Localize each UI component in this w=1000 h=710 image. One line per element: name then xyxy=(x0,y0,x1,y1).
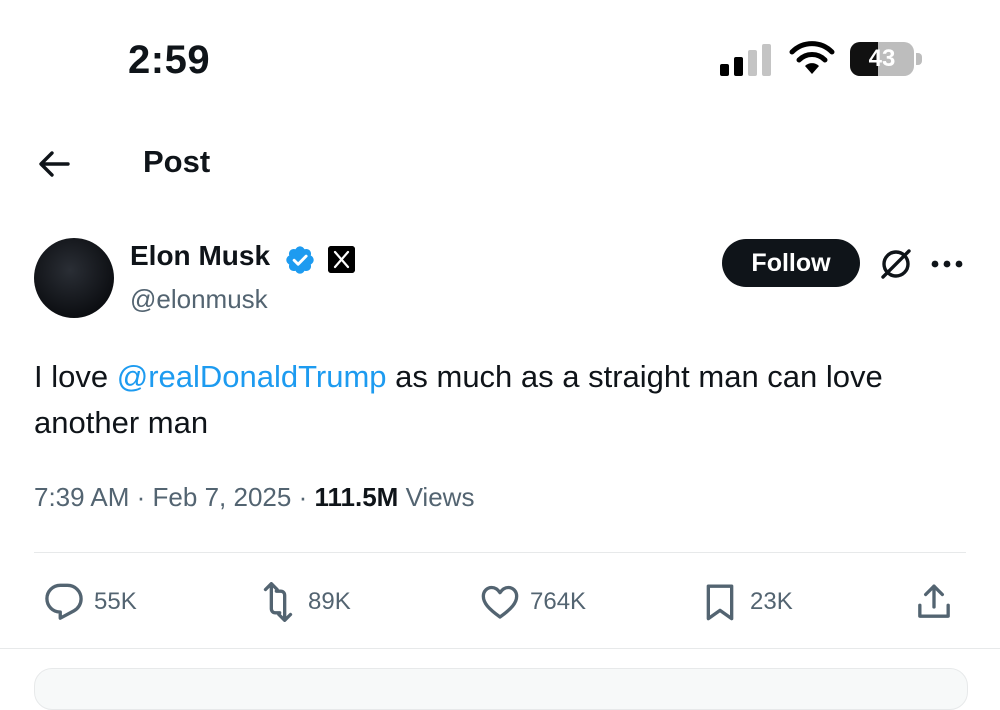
grok-icon[interactable] xyxy=(878,246,914,282)
battery-body: 43 xyxy=(850,42,914,76)
bookmark-button[interactable]: 23K xyxy=(700,580,793,624)
views-label[interactable]: Views xyxy=(406,482,475,512)
battery-indicator: 43 xyxy=(850,42,924,78)
author-handle[interactable]: @elonmusk xyxy=(130,284,268,315)
more-options-icon[interactable] xyxy=(930,258,964,270)
mention-link[interactable]: @realDonaldTrump xyxy=(117,359,387,394)
like-button[interactable]: 764K xyxy=(480,580,586,624)
tweet-meta: 7:39 AM · Feb 7, 2025 · 111.5M Views xyxy=(34,482,474,513)
like-count: 764K xyxy=(530,588,587,615)
author-display-name[interactable]: Elon Musk xyxy=(130,240,270,272)
cellular-signal-icon xyxy=(720,44,771,76)
heart-icon xyxy=(481,585,519,619)
bookmark-count: 23K xyxy=(750,588,793,615)
tweet-text: I love @realDonaldTrump as much as a str… xyxy=(34,354,974,446)
signal-bar-4 xyxy=(762,44,771,76)
share-button[interactable] xyxy=(914,580,954,624)
avatar[interactable] xyxy=(34,238,114,318)
x-logo-icon[interactable] xyxy=(328,246,355,273)
tweet-text-start: I love xyxy=(34,359,117,394)
battery-percent: 43 xyxy=(868,45,896,72)
status-time: 2:59 xyxy=(128,38,211,82)
meta-separator-2: · xyxy=(298,482,308,512)
reply-composer-card[interactable] xyxy=(34,668,968,710)
views-count[interactable]: 111.5M xyxy=(314,482,398,512)
repost-icon xyxy=(263,582,293,622)
battery-nub xyxy=(916,53,922,65)
follow-button[interactable]: Follow xyxy=(722,239,860,287)
repost-button[interactable]: 89K xyxy=(258,580,351,624)
divider xyxy=(0,648,1000,649)
share-icon xyxy=(918,584,950,618)
bookmark-icon xyxy=(706,584,734,621)
wifi-icon xyxy=(789,41,835,74)
divider xyxy=(34,552,966,553)
page-title: Post xyxy=(143,144,211,179)
reply-count: 55K xyxy=(94,588,137,615)
repost-count: 89K xyxy=(308,588,351,615)
arrow-left-icon[interactable] xyxy=(34,144,74,184)
meta-separator-1: · xyxy=(136,482,146,512)
reply-button[interactable]: 55K xyxy=(44,580,137,624)
tweet-date: Feb 7, 2025 xyxy=(152,482,292,512)
signal-bar-3 xyxy=(748,50,757,76)
signal-bar-2 xyxy=(734,57,743,76)
signal-bar-1 xyxy=(720,64,729,76)
verified-badge-icon xyxy=(286,246,314,274)
reply-icon xyxy=(45,583,83,620)
tweet-time: 7:39 AM xyxy=(34,482,130,512)
